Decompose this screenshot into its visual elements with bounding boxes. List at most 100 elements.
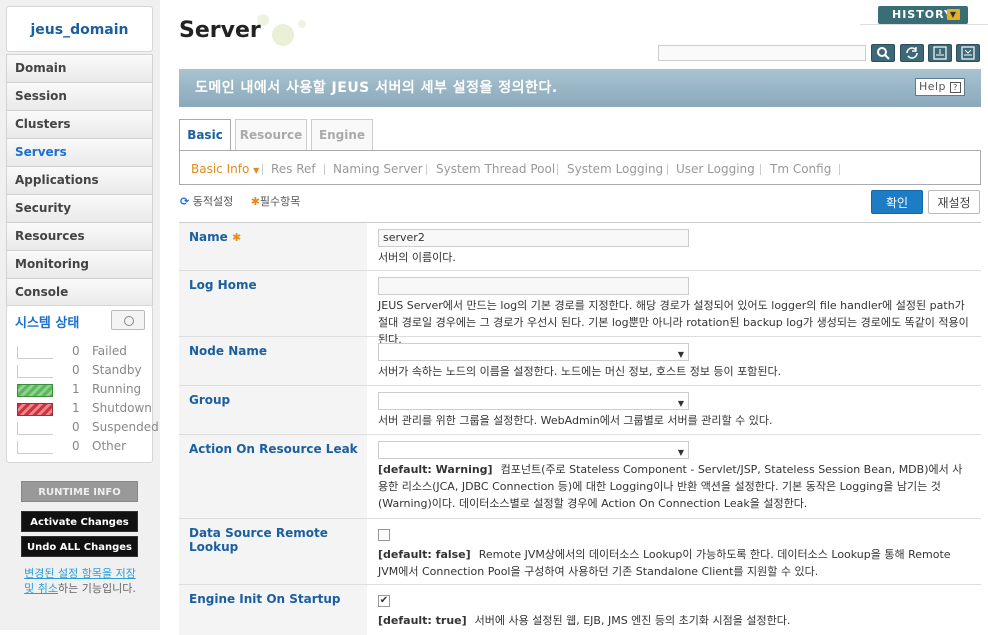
- field-label-log-home: Log Home: [179, 271, 367, 336]
- subtab-divider: [557, 164, 558, 175]
- system-status-icon[interactable]: [111, 310, 145, 330]
- field-row-log-home: Log Home JEUS Server에서 만드는 log의 기본 경로를 지…: [179, 271, 981, 346]
- status-row-running: 1 Running: [17, 382, 147, 398]
- required-icon: ✱: [250, 195, 260, 208]
- field-label-node-name: Node Name: [179, 337, 367, 385]
- history-button[interactable]: HISTORY ▼: [878, 6, 968, 24]
- nav-applications[interactable]: Applications: [6, 166, 153, 194]
- engine-init-on-startup-checkbox[interactable]: ✔: [378, 595, 390, 607]
- field-desc-text: 서버에 사용 설정된 웹, EJB, JMS 엔진 등의 초기화 시점을 설정한…: [474, 614, 791, 627]
- status-label: Shutdown: [92, 401, 152, 415]
- status-bar-failed: [17, 346, 53, 359]
- nav-clusters[interactable]: Clusters: [6, 110, 153, 138]
- help-label: Help: [918, 80, 947, 93]
- subtab-basic-info[interactable]: Basic Info ▼: [191, 151, 259, 189]
- nav-console[interactable]: Console: [6, 278, 153, 306]
- field-desc-engine-init-on-startup: [default: true] 서버에 사용 설정된 웹, EJB, JMS 엔진…: [378, 612, 971, 629]
- action-on-resource-leak-select[interactable]: [378, 441, 689, 461]
- status-count: 1: [72, 382, 80, 396]
- activate-changes-button[interactable]: Activate Changes: [21, 511, 138, 532]
- subtab-naming-server[interactable]: Naming Server: [333, 151, 423, 188]
- nav-session[interactable]: Session: [6, 82, 153, 110]
- search-input[interactable]: [658, 45, 866, 61]
- field-row-node-name: Node Name 서버가 속하는 노드의 이름을 설정한다. 노드에는 머신 …: [179, 337, 981, 386]
- group-select[interactable]: [378, 392, 689, 412]
- subtab-user-logging[interactable]: User Logging: [676, 151, 755, 188]
- node-name-select[interactable]: [378, 343, 689, 363]
- subtab-divider: [839, 164, 840, 175]
- nav-domain[interactable]: Domain: [6, 54, 153, 82]
- help-button[interactable]: Help ?: [915, 78, 965, 96]
- system-status-title: 시스템 상태: [15, 316, 80, 331]
- tab-engine[interactable]: Engine: [311, 119, 373, 151]
- status-row-failed: 0 Failed: [17, 344, 147, 360]
- server-form: Name ✱ server2 서버의 이름이다. Log Home JEUS S…: [179, 222, 981, 635]
- domain-name[interactable]: jeus_domain: [6, 6, 153, 52]
- sync-icon: ⟳: [180, 195, 190, 208]
- legend: ⟳ 동적설정 ✱필수항목: [180, 193, 300, 209]
- nav-monitoring[interactable]: Monitoring: [6, 250, 153, 278]
- status-count: 0: [72, 344, 80, 358]
- refresh-icon[interactable]: [900, 44, 924, 62]
- search-icon[interactable]: [871, 44, 895, 62]
- undo-note: 변경된 설정 항목을 저장 및 취소하는 기능입니다.: [24, 566, 136, 596]
- field-row-data-source-remote-lookup: Data Source Remote Lookup [default: fals…: [179, 519, 981, 585]
- field-desc-action-on-resource-leak: [default: Warning] 컴포넌트(주로 Stateless Comp…: [378, 461, 971, 512]
- checkmark-icon: ✔: [379, 595, 389, 606]
- subtab-tm-config[interactable]: Tm Config: [770, 151, 831, 188]
- field-desc-node-name: 서버가 속하는 노드의 이름을 설정한다. 노드에는 머신 정보, 호스트 정보…: [378, 365, 782, 378]
- status-label: Failed: [92, 344, 127, 358]
- field-label-data-source-remote-lookup: Data Source Remote Lookup: [179, 519, 367, 584]
- page-description-banner: 도메인 내에서 사용할 JEUS 서버의 세부 설정을 정의한다. Help ?: [179, 69, 981, 107]
- field-row-action-on-resource-leak: Action On Resource Leak [default: Warnin…: [179, 435, 981, 519]
- legend-dynamic: 동적설정: [192, 195, 234, 208]
- xml-export-icon[interactable]: [928, 44, 952, 62]
- status-count: 0: [72, 420, 80, 434]
- subtab-divider: [667, 164, 668, 175]
- subtab-divider: [324, 164, 325, 175]
- tab-resource[interactable]: Resource: [235, 119, 307, 151]
- subtab-system-logging[interactable]: System Logging: [567, 151, 663, 188]
- default-value: [default: true]: [378, 614, 467, 627]
- main-content: Server HISTORY ▼ 도메인 내에서 사용할 JEUS 서버의 세부 …: [160, 0, 988, 635]
- tab-basic[interactable]: Basic: [179, 119, 231, 152]
- xml-import-icon[interactable]: [956, 44, 980, 62]
- history-label: HISTORY: [892, 8, 953, 21]
- name-input[interactable]: server2: [378, 229, 689, 247]
- decor-dot: [272, 24, 294, 46]
- data-source-remote-lookup-checkbox[interactable]: [378, 529, 390, 541]
- field-label-name: Name ✱: [179, 223, 367, 270]
- status-count: 0: [72, 363, 80, 377]
- subtab-divider: [760, 164, 761, 175]
- subtab-bar: Basic Info ▼ Res Ref Naming Server Syste…: [179, 150, 981, 185]
- subtab-res-ref[interactable]: Res Ref: [271, 151, 316, 188]
- nav-security[interactable]: Security: [6, 194, 153, 222]
- nav-servers[interactable]: Servers: [6, 138, 153, 166]
- required-icon: ✱: [231, 231, 242, 244]
- runtime-info-button[interactable]: RUNTIME INFO: [21, 481, 138, 502]
- field-desc-name: 서버의 이름이다.: [378, 251, 456, 264]
- caret-down-icon: ▼: [253, 166, 260, 175]
- question-icon: ?: [950, 81, 962, 93]
- default-value: [default: false]: [378, 548, 471, 561]
- decor-dot: [298, 20, 306, 28]
- chevron-down-icon: ▼: [947, 9, 960, 20]
- field-desc-group: 서버 관리를 위한 그룹을 설정한다. WebAdmin에서 그룹별로 서버를 …: [378, 414, 773, 427]
- banner-text: 도메인 내에서 사용할 JEUS 서버의 세부 설정을 정의한다.: [195, 80, 558, 96]
- log-home-input[interactable]: [378, 277, 689, 295]
- subtab-divider: [262, 164, 263, 175]
- status-label: Standby: [92, 363, 142, 377]
- subtab-divider: [426, 164, 427, 175]
- undo-all-changes-button[interactable]: Undo ALL Changes: [21, 536, 138, 557]
- status-count: 1: [72, 401, 80, 415]
- status-label: Other: [92, 439, 127, 453]
- field-label-engine-init-on-startup: Engine Init On Startup: [179, 585, 367, 635]
- nav-resources[interactable]: Resources: [6, 222, 153, 250]
- system-status-panel: 시스템 상태 0 Failed 0 Standby 1 Running 1 Sh…: [6, 305, 159, 463]
- main-nav: Domain Session Clusters Servers Applicat…: [6, 54, 153, 306]
- confirm-button[interactable]: 확인: [871, 190, 923, 214]
- subtab-system-thread-pool[interactable]: System Thread Pool: [436, 151, 555, 188]
- subtab-label: Basic Info: [191, 162, 250, 176]
- reset-button[interactable]: 재설정: [928, 190, 980, 214]
- status-bar-running: [17, 384, 53, 397]
